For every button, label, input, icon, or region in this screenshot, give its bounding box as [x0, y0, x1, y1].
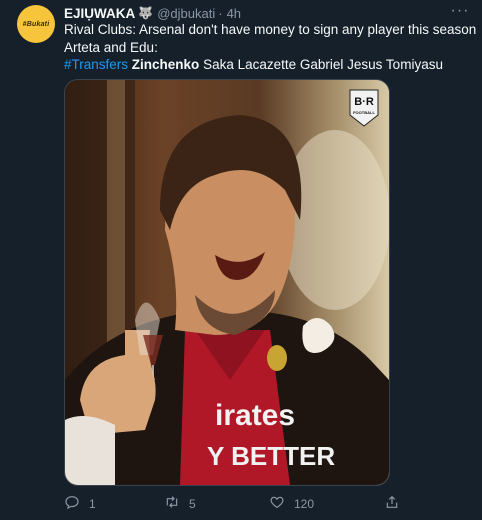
tweet-text-line-2: Arteta and Edu: [64, 39, 158, 55]
more-options-icon[interactable]: ··· [450, 2, 470, 22]
hashtag-link[interactable]: #Transfers [64, 57, 128, 72]
like-count: 120 [294, 496, 315, 511]
shirt-text-1: irates [215, 399, 295, 432]
tweet[interactable]: #Bukati EJIỤWAKA 🐺 @djbukati · 4h ··· Ri… [0, 0, 482, 520]
retweet-icon [164, 494, 180, 513]
display-name[interactable]: EJIỤWAKA [64, 6, 135, 21]
logo-sub: FOOTBALL [353, 110, 375, 115]
reply-count: 1 [89, 496, 96, 511]
shirt-text-2: Y BETTER [207, 441, 335, 471]
share-button[interactable] [384, 494, 400, 513]
reply-icon [64, 494, 80, 513]
wolf-icon: 🐺 [138, 6, 154, 20]
separator-dot: · [218, 5, 223, 21]
tweet-text-line-1: Rival Clubs: Arsenal don't have money to… [64, 22, 477, 37]
avatar[interactable]: #Bukati [17, 5, 55, 43]
share-icon [384, 494, 400, 513]
heart-icon [269, 494, 285, 513]
tweet-actions: 1 5 120 [64, 494, 474, 512]
retweet-count: 5 [189, 496, 196, 511]
tweet-media-image[interactable]: irates Y BETTER B·R FOOTBALL [64, 79, 390, 486]
tweet-text: Rival Clubs: Arsenal don't have money to… [64, 21, 477, 74]
bleacher-report-logo: B·R FOOTBALL [349, 89, 379, 127]
user-handle[interactable]: @djbukati [157, 6, 215, 21]
avatar-text: #Bukati [22, 20, 50, 28]
logo-letters: B·R [354, 96, 374, 108]
bold-name: Zinchenko [131, 57, 200, 72]
retweet-button[interactable]: 5 [164, 494, 196, 513]
player-list: Saka Lacazette Gabriel Jesus Tomiyasu [203, 57, 443, 72]
tweet-header: EJIỤWAKA 🐺 @djbukati · 4h [64, 5, 241, 21]
like-button[interactable]: 120 [269, 494, 314, 513]
timestamp[interactable]: 4h [227, 6, 241, 21]
reply-button[interactable]: 1 [64, 494, 96, 513]
meme-illustration: irates Y BETTER [65, 80, 389, 485]
tweet-text-line-3: #Transfers Zinchenko Saka Lacazette Gabr… [64, 56, 469, 74]
